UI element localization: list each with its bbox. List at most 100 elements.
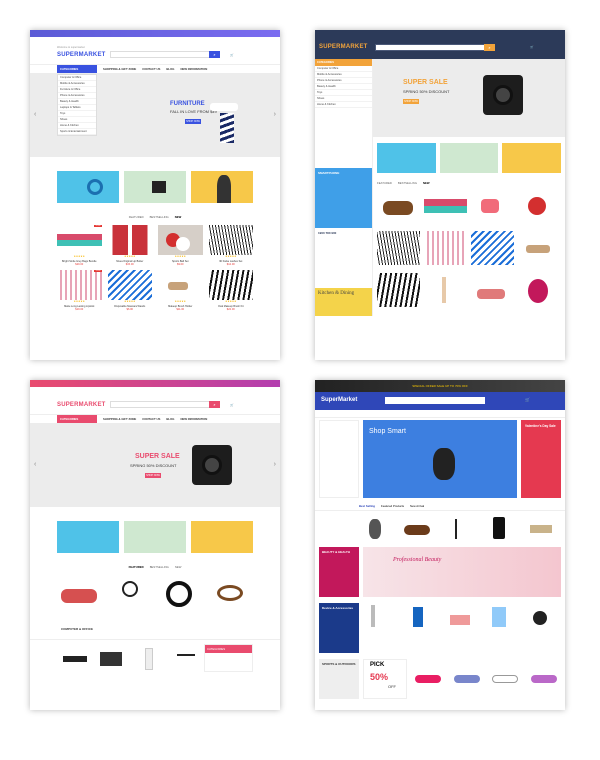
product-image[interactable] — [424, 189, 467, 223]
promo-banner-model[interactable] — [191, 521, 253, 553]
product-image[interactable] — [359, 515, 397, 541]
logo[interactable]: SuperMarket — [321, 397, 357, 403]
search-input[interactable] — [385, 397, 485, 404]
nav-item[interactable]: BLOG — [166, 67, 174, 71]
sports-banner[interactable]: SPORTS & OUTDOORS — [319, 659, 359, 699]
tab-new[interactable]: NEW — [175, 215, 182, 219]
nav-item[interactable]: SHOPPING & GIFT ZONE — [103, 417, 136, 421]
cart-icon[interactable]: 🛒 — [230, 403, 234, 407]
search-input[interactable]: ⌕ — [110, 401, 220, 408]
product-image[interactable] — [482, 515, 520, 541]
product-image[interactable] — [488, 659, 523, 689]
theme-preview-1[interactable]: Welcome to supermarket SUPERMARKET ⌕ 🛒 C… — [30, 30, 280, 360]
promo-banner-headphones[interactable] — [377, 143, 436, 173]
product-image[interactable] — [441, 515, 479, 541]
product-image[interactable] — [424, 231, 467, 265]
cart-icon[interactable]: 🛒 — [530, 45, 534, 49]
tab-best-selling[interactable]: Best Selling — [359, 504, 375, 508]
top-promo-bar[interactable]: SPECIAL OFFER SALE UP TO 70% OFF — [315, 380, 565, 392]
product-card[interactable]: ★★★★★ Sports Ball Set $9.00 — [158, 225, 203, 266]
product-card[interactable]: ★★★★★ Disposable Mascara Wands $6.00 — [107, 270, 152, 311]
prev-arrow-icon[interactable]: ‹ — [34, 461, 36, 468]
prev-arrow-icon[interactable]: ‹ — [34, 111, 36, 118]
tab-featured[interactable]: FEATURED — [377, 181, 392, 185]
product-image[interactable] — [471, 189, 514, 223]
search-icon[interactable]: ⌕ — [209, 401, 220, 408]
hero-button[interactable]: SHOP NOW — [185, 119, 201, 124]
product-image[interactable] — [484, 603, 521, 629]
nav-item[interactable]: NEW INFORMATION — [181, 67, 208, 71]
product-image[interactable] — [363, 603, 400, 629]
logo[interactable]: SUPERMARKET — [57, 402, 106, 408]
cart-icon[interactable]: 🛒 — [525, 397, 530, 402]
promo-banner-headphones[interactable] — [57, 521, 119, 553]
product-image[interactable] — [424, 273, 467, 307]
product-image[interactable] — [208, 575, 253, 611]
tab-new[interactable]: NEW — [423, 181, 430, 185]
theme-preview-3[interactable]: SUPERMARKET ⌕ 🛒 CATEGORIES SHOPPING & GI… — [30, 380, 280, 710]
product-image[interactable] — [167, 644, 198, 672]
categories-button[interactable]: CATEGORIES — [315, 59, 372, 66]
promo-banner-headphones[interactable] — [57, 171, 119, 203]
nav-item[interactable]: NEW INFORMATION — [181, 417, 208, 421]
categories-button[interactable]: CATEGORIES — [57, 415, 97, 423]
pick-banner[interactable]: PICK 50% OFF — [363, 659, 407, 699]
product-image[interactable] — [377, 273, 420, 307]
product-image[interactable] — [526, 659, 561, 689]
product-card[interactable]: -10% ★★★★★ Matte Long Lasting Lipstick $19.… — [57, 270, 102, 311]
product-image[interactable] — [518, 189, 561, 223]
product-image[interactable] — [400, 515, 438, 541]
product-image[interactable] — [208, 270, 253, 300]
valentine-banner[interactable]: Valentine's Day Sale — [521, 420, 561, 498]
categories-button[interactable]: CATEGORIES — [57, 65, 97, 73]
device-banner[interactable]: Device & Accessories — [319, 603, 359, 653]
tab-featured[interactable]: FEATURED — [129, 215, 144, 219]
tab-new-arrival[interactable]: New Arrival — [410, 504, 424, 508]
side-banner-kitchen[interactable]: Kitchen & Dining — [315, 288, 372, 316]
section-categories[interactable]: CATEGORIES — [205, 645, 252, 653]
nav-item[interactable]: SHOPPING & GIFT ZONE — [103, 67, 136, 71]
hero-button[interactable]: SHOP NOW — [403, 99, 419, 104]
nav-item[interactable]: CONTACT US — [142, 67, 160, 71]
product-card[interactable]: ★★★★★ 3D False Lashes Set $12.00 — [208, 225, 253, 266]
product-image[interactable] — [93, 644, 125, 672]
product-image[interactable] — [57, 270, 102, 300]
category-item[interactable]: Sports & Entertainment — [58, 129, 96, 135]
product-image[interactable] — [130, 644, 162, 672]
beauty-banner[interactable]: BEAUTY & HEALTH — [319, 547, 359, 597]
theme-preview-4[interactable]: SPECIAL OFFER SALE UP TO 70% OFF SuperMa… — [315, 380, 565, 710]
tab-bestselling[interactable]: BESTSELLING — [398, 181, 417, 185]
tab-featured[interactable]: FEATURED — [129, 565, 144, 569]
product-image[interactable] — [471, 231, 514, 265]
search-icon[interactable]: ⌕ — [209, 51, 220, 58]
tab-featured[interactable]: Featured Products — [381, 504, 404, 508]
product-image[interactable] — [107, 225, 152, 255]
product-card[interactable]: ★★★★★ Nivea Original Lip Butter $15.00 — [107, 225, 152, 266]
product-image[interactable] — [518, 273, 561, 307]
product-image[interactable] — [107, 575, 152, 611]
product-image[interactable] — [443, 603, 481, 629]
product-image[interactable] — [471, 273, 514, 307]
product-image[interactable] — [377, 189, 420, 223]
product-image[interactable] — [208, 225, 253, 255]
product-card[interactable]: -15% ★★★★★ Bright Smile Grey Bags Bundle $2… — [57, 225, 102, 266]
product-image[interactable] — [57, 225, 102, 255]
product-image[interactable] — [107, 270, 152, 300]
tab-bestselling[interactable]: BESTSELLING — [150, 565, 169, 569]
professional-banner[interactable]: Professional Beauty — [363, 547, 561, 597]
next-arrow-icon[interactable]: › — [274, 111, 276, 118]
next-arrow-icon[interactable]: › — [274, 461, 276, 468]
search-input[interactable]: ⌕ — [110, 51, 220, 58]
logo[interactable]: SUPERMARKET — [319, 44, 368, 50]
promo-banner-model[interactable] — [191, 171, 253, 203]
product-image[interactable] — [57, 575, 102, 611]
theme-preview-2[interactable]: SUPERMARKET ⌕ 🛒 CATEGORIES Computer & Of… — [315, 30, 565, 360]
logo[interactable]: SUPERMARKET — [57, 52, 106, 58]
promo-banner-tablet[interactable] — [124, 521, 186, 553]
product-image[interactable] — [518, 231, 561, 265]
side-banner-smartphone[interactable]: SMARTPHONE — [315, 168, 372, 228]
product-image[interactable] — [377, 231, 420, 265]
product-image[interactable] — [158, 225, 203, 255]
product-card[interactable]: ★★★★★ Makeup Brush Holder $11.00 — [158, 270, 203, 311]
product-card[interactable]: ★★★★★ Oval Makeup Brush Kit $22.00 — [208, 270, 253, 311]
